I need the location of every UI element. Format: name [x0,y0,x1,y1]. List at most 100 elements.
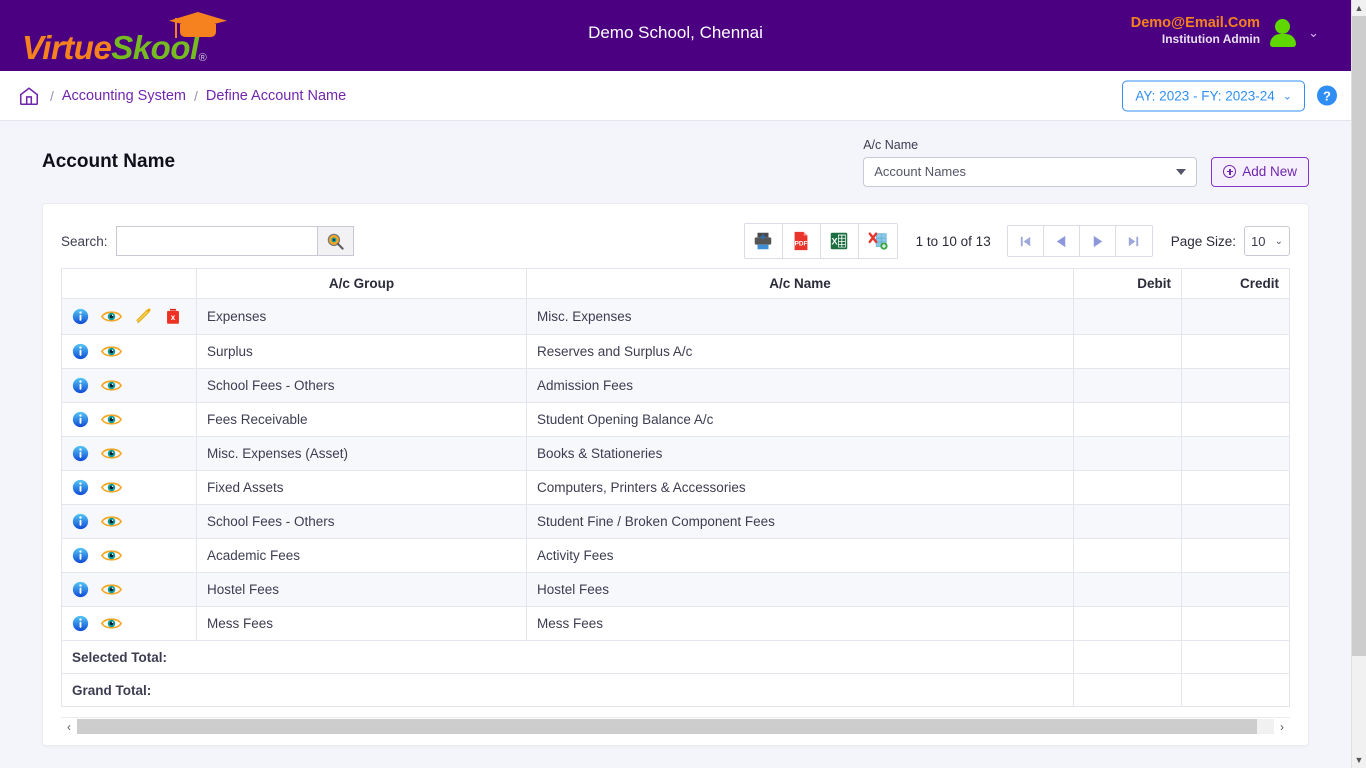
academic-year-selector[interactable]: AY: 2023 - FY: 2023-24 ⌄ [1122,80,1305,111]
grand-total-label: Grand Total: [61,673,1074,707]
cell-ac-name: Mess Fees [526,606,1074,641]
chevron-down-icon[interactable]: ⌄ [1308,25,1319,41]
table-row[interactable]: Mess Fees Mess Fees [61,606,1290,641]
row-actions [61,436,197,471]
table-row[interactable]: School Fees - Others Admission Fees [61,368,1290,403]
view-button[interactable] [101,378,122,393]
xml-export-button[interactable] [858,224,897,258]
table-row[interactable]: Academic Fees Activity Fees [61,538,1290,573]
column-header-ac-name[interactable]: A/c Name [526,268,1074,299]
info-button[interactable] [72,513,89,530]
cell-debit [1073,606,1182,641]
xml-export-icon [868,232,888,250]
selected-total-debit [1073,640,1182,674]
search-group: Search: [61,226,354,256]
first-page-button[interactable] [1007,226,1044,256]
column-header-debit[interactable]: Debit [1073,268,1182,299]
table-horizontal-scrollbar[interactable]: ‹ › [61,717,1290,735]
academic-year-label: AY: 2023 - FY: 2023-24 [1135,88,1275,103]
info-button[interactable] [72,377,89,394]
cell-credit [1181,504,1290,539]
column-header-ac-group[interactable]: A/c Group [196,268,527,299]
avatar-icon[interactable] [1270,17,1297,47]
info-button[interactable] [72,445,89,462]
table-row[interactable]: Fees Receivable Student Opening Balance … [61,402,1290,437]
info-button[interactable] [72,411,89,428]
info-icon [72,479,89,496]
cell-ac-group: School Fees - Others [196,504,527,539]
prev-page-icon [1056,235,1065,247]
scroll-up-icon[interactable]: ▲ [1352,0,1366,16]
cell-ac-name: Admission Fees [526,368,1074,403]
page-size-select[interactable]: 10 ⌄ [1244,226,1290,256]
view-button[interactable] [101,616,122,631]
pdf-export-button[interactable]: PDF [782,224,821,258]
breadcrumb-bar: / Accounting System / Define Account Nam… [0,71,1351,121]
table-row[interactable]: Hostel Fees Hostel Fees [61,572,1290,607]
view-button[interactable] [101,309,122,324]
cell-credit [1181,298,1290,335]
vertical-scroll-thumb[interactable] [1352,16,1366,656]
acname-select[interactable]: Account Names [863,156,1198,187]
cell-ac-group: Misc. Expenses (Asset) [196,436,527,471]
user-role: Institution Admin [1161,32,1261,47]
grand-total-row: Grand Total: [61,673,1290,707]
scroll-down-icon[interactable]: ▼ [1352,752,1366,768]
chevron-down-icon: ⌄ [1282,90,1292,102]
scroll-left-icon[interactable]: ‹ [61,721,77,733]
column-header-actions[interactable] [61,268,197,299]
edit-button[interactable] [134,307,153,326]
view-button[interactable] [101,514,122,529]
cell-ac-group: Hostel Fees [196,572,527,607]
next-page-button[interactable] [1079,226,1116,256]
table-row[interactable]: Misc. Expenses (Asset) Books & Stationer… [61,436,1290,471]
add-new-button[interactable]: Add New [1211,156,1309,187]
cell-credit [1181,334,1290,369]
home-icon[interactable] [18,85,40,107]
breadcrumb-item-define-account-name[interactable]: Define Account Name [206,88,346,104]
column-header-credit[interactable]: Credit [1181,268,1290,299]
selected-total-credit [1181,640,1290,674]
page-vertical-scrollbar[interactable]: ▲ ▼ [1351,0,1366,768]
print-button[interactable] [744,224,783,258]
svg-text:X: X [832,237,839,247]
plus-circle-icon [1223,165,1237,178]
view-button[interactable] [101,548,122,563]
cell-credit [1181,538,1290,573]
info-button[interactable] [72,308,89,325]
scroll-right-icon[interactable]: › [1274,721,1290,733]
view-button[interactable] [101,344,122,359]
table-row[interactable]: School Fees - Others Student Fine / Brok… [61,504,1290,539]
user-menu[interactable]: Demo@Email.Com Institution Admin ⌄ [1131,14,1319,47]
info-icon [72,308,89,325]
print-icon [754,232,772,250]
view-button[interactable] [101,582,122,597]
table-row[interactable]: x Expenses Misc. Expenses [61,298,1290,335]
horizontal-scroll-thumb[interactable] [77,719,1258,734]
view-button[interactable] [101,412,122,427]
cell-credit [1181,470,1290,505]
excel-export-button[interactable]: X [820,224,859,258]
info-button[interactable] [72,547,89,564]
table-row[interactable]: Fixed Assets Computers, Printers & Acces… [61,470,1290,505]
row-actions [61,504,197,539]
info-button[interactable] [72,343,89,360]
delete-button[interactable]: x [165,308,181,325]
view-button[interactable] [101,480,122,495]
search-input[interactable] [116,227,317,255]
row-actions [61,606,197,641]
prev-page-button[interactable] [1043,226,1080,256]
horizontal-scroll-track[interactable] [77,719,1274,734]
info-button[interactable] [72,479,89,496]
help-icon[interactable]: ? [1317,85,1337,106]
row-actions: x [61,298,197,335]
breadcrumb-item-accounting-system[interactable]: Accounting System [62,88,186,104]
table-row[interactable]: Surplus Reserves and Surplus A/c [61,334,1290,369]
view-button[interactable] [101,446,122,461]
info-button[interactable] [72,615,89,632]
search-button[interactable] [316,227,353,255]
info-icon [72,411,89,428]
first-page-icon [1020,236,1030,246]
info-button[interactable] [72,581,89,598]
last-page-button[interactable] [1115,226,1152,256]
